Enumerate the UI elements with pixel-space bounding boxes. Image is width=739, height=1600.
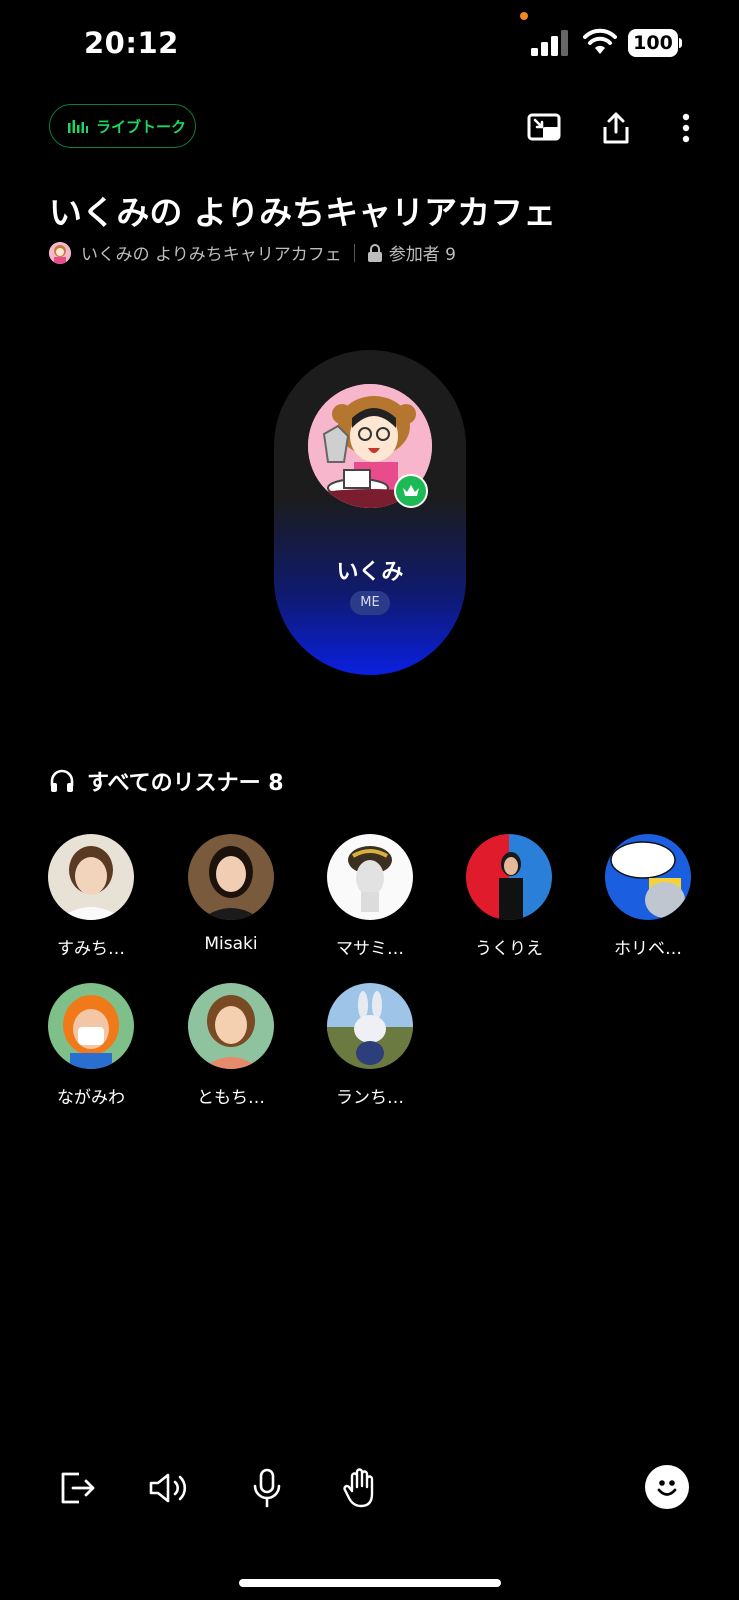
raise-hand-icon[interactable] bbox=[338, 1465, 384, 1511]
host-avatar[interactable] bbox=[49, 241, 71, 264]
exit-icon[interactable] bbox=[55, 1465, 101, 1511]
audio-bars-icon bbox=[68, 120, 88, 133]
speaker-card[interactable]: いくみ ME bbox=[274, 350, 466, 675]
headphones-icon bbox=[50, 769, 74, 792]
listener-item[interactable]: Misaki bbox=[181, 834, 281, 954]
listener-avatar bbox=[327, 983, 413, 1069]
listener-name: うくりえ bbox=[475, 939, 543, 959]
listener-avatar bbox=[605, 834, 691, 920]
speaker-name: いくみ bbox=[336, 560, 404, 585]
more-icon[interactable] bbox=[666, 108, 706, 148]
live-talk-label: ライブトーク bbox=[96, 117, 187, 136]
battery-icon: 100 bbox=[628, 29, 682, 57]
listener-item[interactable]: ともち… bbox=[181, 983, 281, 1108]
room-subtitle: いくみの よりみちキャリアカフェ 参加者 9 bbox=[49, 240, 456, 265]
pip-icon[interactable] bbox=[524, 108, 564, 148]
listener-name: ランち… bbox=[336, 1088, 404, 1108]
speaker-icon[interactable] bbox=[146, 1465, 192, 1511]
listener-name: ともち… bbox=[197, 1088, 265, 1108]
listeners-heading-label: すべてのリスナー 8 bbox=[87, 771, 284, 796]
home-indicator[interactable] bbox=[239, 1579, 501, 1587]
listener-avatar bbox=[48, 834, 134, 920]
divider bbox=[353, 243, 355, 262]
battery-level: 100 bbox=[628, 29, 678, 57]
privacy-indicator-dot bbox=[520, 12, 528, 20]
listener-item[interactable]: マサミ… bbox=[320, 834, 420, 959]
listener-avatar bbox=[327, 834, 413, 920]
status-time: 20:12 bbox=[84, 26, 179, 60]
listener-item[interactable]: ホリベ… bbox=[598, 834, 698, 959]
lock-icon bbox=[367, 243, 382, 262]
listener-avatar bbox=[466, 834, 552, 920]
host-name[interactable]: いくみの よりみちキャリアカフェ bbox=[81, 240, 342, 265]
wifi-icon bbox=[583, 28, 617, 54]
room-title: いくみの よりみちキャリアカフェ bbox=[49, 193, 557, 232]
me-badge: ME bbox=[350, 591, 390, 615]
listener-name: すみち… bbox=[57, 939, 125, 959]
listener-item[interactable]: うくりえ bbox=[459, 834, 559, 959]
listener-avatar bbox=[48, 983, 134, 1069]
listener-name: Misaki bbox=[204, 934, 258, 954]
cellular-signal-icon bbox=[531, 30, 568, 56]
listener-item[interactable]: ながみわ bbox=[41, 983, 141, 1108]
share-icon[interactable] bbox=[596, 108, 636, 148]
listener-name: マサミ… bbox=[336, 939, 404, 959]
listener-name: ホリベ… bbox=[614, 939, 682, 959]
listener-item[interactable]: ランち… bbox=[320, 983, 420, 1108]
listener-item[interactable]: すみち… bbox=[41, 834, 141, 959]
participant-count: 参加者 9 bbox=[388, 245, 456, 265]
live-talk-badge: ライブトーク bbox=[49, 104, 196, 148]
listener-avatar bbox=[188, 834, 274, 920]
emoji-icon[interactable] bbox=[645, 1465, 689, 1509]
crown-icon bbox=[394, 474, 428, 508]
listener-avatar bbox=[188, 983, 274, 1069]
listener-name: ながみわ bbox=[57, 1088, 125, 1108]
listeners-heading: すべてのリスナー 8 bbox=[49, 765, 284, 797]
mic-icon[interactable] bbox=[244, 1465, 290, 1511]
